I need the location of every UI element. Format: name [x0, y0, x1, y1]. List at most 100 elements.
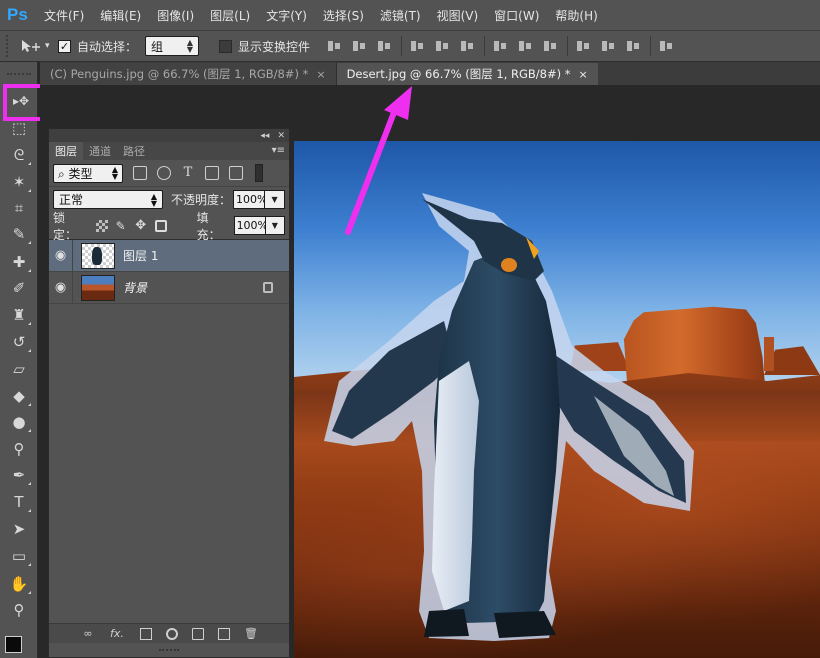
collapse-panel-icon[interactable]: ◂◂ [260, 131, 269, 141]
close-icon[interactable]: × [316, 68, 325, 81]
shape-layer-filter-icon[interactable] [205, 166, 219, 180]
tool-group-corner-icon [28, 563, 31, 566]
visibility-eye-icon[interactable]: ◉ [49, 271, 73, 304]
auto-select-checkbox[interactable]: ✓ [58, 39, 71, 53]
distribute-bottom-edges-icon[interactable] [542, 38, 558, 54]
distribute-top-edges-icon[interactable] [492, 38, 508, 54]
auto-align-layers-icon[interactable] [658, 38, 674, 54]
menu-type[interactable]: 文字(Y) [266, 7, 307, 24]
blur-tool-icon[interactable]: ● [6, 410, 32, 434]
menu-layer[interactable]: 图层(L) [210, 7, 250, 24]
adjustment-layer-filter-icon[interactable] [157, 166, 171, 180]
lasso-tool-icon[interactable]: ᘓ [6, 143, 32, 167]
crop-tool-icon[interactable]: ⌗ [6, 196, 32, 220]
align-bottom-edges-icon[interactable] [376, 38, 392, 54]
filter-kind-value: ⌕ 类型 [58, 166, 93, 181]
tab-penguins[interactable]: (C) Penguins.jpg @ 66.7% (图层 1, RGB/8#) … [40, 63, 337, 85]
chevron-down-icon[interactable]: ▼ [265, 190, 286, 209]
tool-group-corner-icon [28, 241, 31, 244]
paint-bucket-tool-icon[interactable]: ◆ [6, 384, 32, 408]
delete-layer-icon[interactable]: 🗑 [244, 627, 258, 640]
tool-preset-picker[interactable]: ▾ [20, 38, 58, 54]
distribute-left-edges-icon[interactable] [575, 38, 591, 54]
tool-group-corner-icon [28, 509, 31, 512]
clone-stamp-tool-icon[interactable]: ♜ [6, 303, 32, 327]
align-vertical-centers-icon[interactable] [351, 38, 367, 54]
new-group-icon[interactable] [192, 627, 204, 640]
type-tool-icon[interactable]: T [6, 490, 32, 514]
fill-field[interactable]: 100% [233, 216, 268, 235]
lock-transparent-pixels-icon[interactable] [95, 219, 108, 232]
distribute-horizontal-centers-icon[interactable] [600, 38, 616, 54]
lock-all-icon[interactable] [154, 219, 167, 232]
tools-panel-grip[interactable] [0, 62, 37, 86]
layer-row-layer1[interactable]: ◉ 图层 1 [49, 239, 289, 272]
move-tool-icon [22, 40, 40, 52]
align-right-edges-icon[interactable] [459, 38, 475, 54]
menu-file[interactable]: 文件(F) [44, 7, 84, 24]
healing-brush-tool-icon[interactable]: ✚ [6, 250, 32, 274]
photoshop-logo: Ps [7, 5, 28, 24]
lock-position-icon[interactable]: ✥ [135, 219, 147, 232]
link-layers-icon[interactable]: ∞ [82, 627, 94, 640]
close-icon[interactable]: × [579, 68, 588, 81]
blend-mode-dropdown[interactable]: 正常 ▲ ▼ [53, 190, 163, 209]
foreground-color-swatch[interactable] [5, 636, 22, 653]
separator [650, 36, 652, 56]
chevron-down-icon[interactable]: ▼ [265, 216, 285, 235]
tab-paths[interactable]: 路径 [117, 142, 151, 160]
fx-icon[interactable]: fx. [108, 627, 126, 640]
menu-image[interactable]: 图像(I) [157, 7, 194, 24]
tab-channels[interactable]: 通道 [83, 142, 117, 160]
lock-image-pixels-icon[interactable]: ✎ [116, 220, 128, 232]
distribute-vertical-centers-icon[interactable] [517, 38, 533, 54]
dodge-tool-icon[interactable]: ⚲ [6, 437, 32, 461]
panel-menu-icon[interactable]: ▾≡ [272, 145, 285, 156]
smart-object-filter-icon[interactable] [229, 166, 243, 180]
brush-tool-icon[interactable]: ✐ [6, 276, 32, 300]
transform-controls-checkbox[interactable] [219, 39, 233, 53]
menu-window[interactable]: 窗口(W) [494, 7, 539, 24]
menu-edit[interactable]: 编辑(E) [100, 7, 141, 24]
align-left-edges-icon[interactable] [409, 38, 425, 54]
blend-mode-value: 正常 [59, 193, 84, 207]
add-mask-icon[interactable] [140, 627, 152, 640]
menu-filter[interactable]: 滤镜(T) [380, 7, 421, 24]
align-top-edges-icon[interactable] [326, 38, 342, 54]
tool-group-corner-icon [28, 269, 31, 272]
history-brush-tool-icon[interactable]: ↺ [6, 330, 32, 354]
layer-thumbnail [81, 242, 115, 269]
new-layer-icon[interactable] [218, 627, 230, 640]
auto-select-target-dropdown[interactable]: 组 ▲ ▼ [145, 36, 200, 56]
adjustment-layer-icon[interactable] [166, 627, 178, 640]
close-panel-icon[interactable]: ✕ [277, 131, 285, 141]
zoom-tool-icon[interactable]: ⚲ [6, 598, 32, 622]
panel-resize-grip[interactable] [49, 643, 289, 657]
shape-tool-icon[interactable]: ▭ [6, 544, 32, 568]
hand-tool-icon[interactable]: ✋ [6, 572, 32, 596]
type-layer-filter-icon[interactable]: T [181, 166, 195, 180]
filter-kind-dropdown[interactable]: ⌕ 类型 ▲ ▼ [53, 163, 123, 183]
panel-header: ◂◂ ✕ [49, 129, 289, 142]
align-horizontal-centers-icon[interactable] [434, 38, 450, 54]
path-selection-tool-icon[interactable]: ➤ [6, 517, 32, 541]
pen-tool-icon[interactable]: ✒ [6, 463, 32, 487]
menu-select[interactable]: 选择(S) [323, 7, 364, 24]
options-bar-grip[interactable] [6, 35, 10, 57]
opacity-field[interactable]: 100% [233, 190, 267, 209]
tab-layers[interactable]: 图层 [49, 142, 83, 160]
pixel-layer-filter-icon[interactable] [133, 166, 147, 180]
distribute-right-edges-icon[interactable] [625, 38, 641, 54]
visibility-eye-icon[interactable]: ◉ [49, 239, 73, 272]
menu-help[interactable]: 帮助(H) [555, 7, 597, 24]
magic-wand-tool-icon[interactable]: ✶ [6, 170, 32, 194]
separator [567, 36, 569, 56]
tool-group-corner-icon [28, 349, 31, 352]
eyedropper-tool-icon[interactable]: ✎ [6, 222, 32, 246]
lock-label: 锁定： [53, 210, 78, 242]
filter-toggle-switch[interactable] [255, 164, 263, 182]
menu-view[interactable]: 视图(V) [437, 7, 479, 24]
layer-name: 背景 [123, 281, 148, 295]
layer-row-background[interactable]: ◉ 背景 [49, 271, 289, 304]
eraser-tool-icon[interactable]: ▱ [6, 357, 32, 381]
